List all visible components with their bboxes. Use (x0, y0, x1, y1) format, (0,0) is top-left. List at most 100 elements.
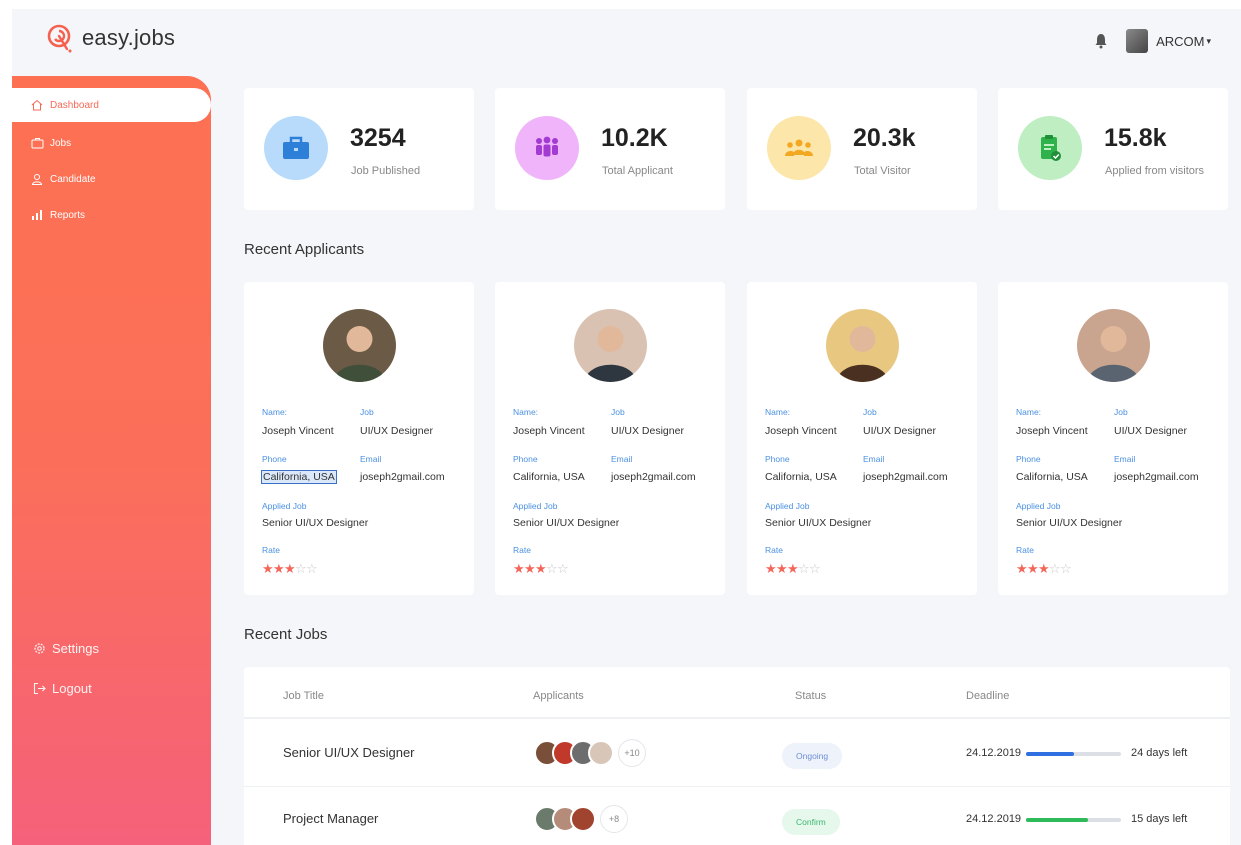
star-filled-icon[interactable]: ★ (524, 562, 536, 576)
applicant-applied-job: Senior UI/UX Designer (765, 517, 872, 529)
stat-card-total-applicant: 10.2K Total Applicant (495, 88, 725, 210)
star-empty-icon[interactable]: ☆ (306, 562, 318, 576)
stat-value: 15.8k (1104, 124, 1167, 152)
star-filled-icon[interactable]: ★ (273, 562, 285, 576)
star-filled-icon[interactable]: ★ (1027, 562, 1039, 576)
applicant-job: UI/UX Designer (360, 425, 433, 437)
column-header-status[interactable]: Status (795, 690, 826, 702)
days-left: 24 days left (1131, 747, 1188, 759)
column-header-job-title[interactable]: Job Title (283, 690, 324, 702)
more-applicants-badge[interactable]: +8 (600, 805, 628, 833)
applicant-phone: California, USA (513, 471, 585, 483)
applicant-card[interactable]: Name: Job Joseph Vincent UI/UX Designer Phon… (747, 282, 977, 595)
sidebar-item-label: Dashboard (50, 99, 99, 111)
star-filled-icon[interactable]: ★ (776, 562, 788, 576)
applicant-avatars: +8 (534, 805, 628, 833)
job-label: Job (1114, 407, 1128, 417)
star-empty-icon[interactable]: ☆ (798, 562, 810, 576)
applied-job-label: Applied Job (1016, 501, 1061, 511)
rate-label: Rate (513, 545, 531, 555)
applicant-job: UI/UX Designer (863, 425, 936, 437)
rating-stars[interactable]: ★ ★ ★ ☆ ☆ (1016, 562, 1072, 576)
applicant-photo (574, 309, 647, 382)
star-empty-icon[interactable]: ☆ (546, 562, 558, 576)
star-filled-icon[interactable]: ★ (262, 562, 274, 576)
chevron-down-icon[interactable]: ▾ (1206, 36, 1211, 47)
star-filled-icon[interactable]: ★ (513, 562, 525, 576)
job-title[interactable]: Senior UI/UX Designer (283, 745, 415, 760)
star-empty-icon[interactable]: ☆ (557, 562, 569, 576)
applicant-applied-job: Senior UI/UX Designer (262, 517, 369, 529)
user-area: ARCOM ▾ (1094, 29, 1211, 53)
table-row[interactable]: Senior UI/UX Designer +10 Ongoing 24.12.201… (244, 721, 1230, 787)
sidebar-item-candidate[interactable]: Candidate (12, 164, 211, 194)
applicant-name: Joseph Vincent (262, 425, 334, 437)
deadline-progress-bar (1026, 752, 1121, 756)
sidebar-item-settings[interactable]: Settings (12, 628, 211, 668)
rate-label: Rate (765, 545, 783, 555)
deadline-progress-fill (1026, 818, 1088, 822)
applicant-card[interactable]: Name: Job Joseph Vincent UI/UX Designer Phon… (495, 282, 725, 595)
job-title[interactable]: Project Manager (283, 811, 378, 826)
star-empty-icon[interactable]: ☆ (1049, 562, 1061, 576)
logo[interactable]: easy.jobs (46, 23, 175, 53)
star-filled-icon[interactable]: ★ (1016, 562, 1028, 576)
name-label: Name: (513, 407, 539, 417)
bell-icon[interactable] (1094, 33, 1108, 49)
applicant-email[interactable]: joseph2gmail.com (360, 471, 445, 483)
bar-chart-icon (30, 208, 44, 222)
rating-stars[interactable]: ★ ★ ★ ☆ ☆ (262, 562, 318, 576)
star-empty-icon[interactable]: ☆ (809, 562, 821, 576)
applicant-avatar[interactable] (588, 740, 614, 766)
applicant-avatar[interactable] (570, 806, 596, 832)
email-label: Email (1114, 454, 1136, 464)
star-filled-icon[interactable]: ★ (1038, 562, 1050, 576)
stat-label: Applied from visitors (1105, 165, 1205, 177)
stat-value: 10.2K (601, 124, 668, 152)
phone-label: Phone (513, 454, 538, 464)
recent-jobs-title: Recent Jobs (244, 626, 328, 643)
applicant-phone: California, USA (261, 470, 337, 484)
star-filled-icon[interactable]: ★ (284, 562, 296, 576)
days-left: 15 days left (1131, 813, 1188, 825)
rating-stars[interactable]: ★ ★ ★ ☆ ☆ (765, 562, 821, 576)
table-row[interactable]: Project Manager +8 Confirm 24.12.2019 15 day… (244, 787, 1230, 845)
sidebar-nav: Dashboard Jobs Candidate Reports (12, 88, 211, 230)
applicant-card[interactable]: Name: Job Joseph Vincent UI/UX Designer Phon… (244, 282, 474, 595)
app-name: easy.jobs (82, 25, 176, 50)
deadline-progress-bar (1026, 818, 1121, 822)
star-empty-icon[interactable]: ☆ (1060, 562, 1072, 576)
star-filled-icon[interactable]: ★ (765, 562, 777, 576)
name-label: Name: (262, 407, 288, 417)
email-label: Email (863, 454, 885, 464)
applicant-job: UI/UX Designer (611, 425, 684, 437)
sidebar-item-dashboard[interactable]: Dashboard (12, 88, 211, 122)
column-header-applicants[interactable]: Applicants (533, 690, 584, 702)
sidebar-item-jobs[interactable]: Jobs (12, 128, 211, 158)
applicant-photo (1077, 309, 1150, 382)
email-label: Email (611, 454, 633, 464)
star-empty-icon[interactable]: ☆ (295, 562, 307, 576)
column-header-deadline[interactable]: Deadline (966, 690, 1009, 702)
applicant-card[interactable]: Name: Job Joseph Vincent UI/UX Designer Phon… (998, 282, 1228, 595)
user-avatar[interactable] (1126, 29, 1149, 53)
rate-label: Rate (262, 545, 280, 555)
star-filled-icon[interactable]: ★ (787, 562, 799, 576)
sidebar-item-logout[interactable]: Logout (12, 668, 211, 708)
logout-icon (32, 681, 46, 695)
applied-job-label: Applied Job (262, 501, 307, 511)
phone-label: Phone (262, 454, 287, 464)
user-name[interactable]: ARCOM (1156, 34, 1204, 49)
people-icon (515, 116, 579, 180)
top-bar: easy.jobs ARCOM ▾ (12, 9, 1241, 73)
applicant-email[interactable]: joseph2gmail.com (611, 471, 696, 483)
more-applicants-badge[interactable]: +10 (618, 739, 646, 767)
briefcase-icon (264, 116, 328, 180)
applicant-email[interactable]: joseph2gmail.com (1114, 471, 1199, 483)
applicant-email[interactable]: joseph2gmail.com (863, 471, 948, 483)
rating-stars[interactable]: ★ ★ ★ ☆ ☆ (513, 562, 569, 576)
star-filled-icon[interactable]: ★ (535, 562, 547, 576)
sidebar-item-label: Reports (50, 209, 86, 221)
app-frame: easy.jobs ARCOM ▾ Dashboard Jobs Candida… (12, 9, 1241, 845)
sidebar-item-reports[interactable]: Reports (12, 200, 211, 230)
